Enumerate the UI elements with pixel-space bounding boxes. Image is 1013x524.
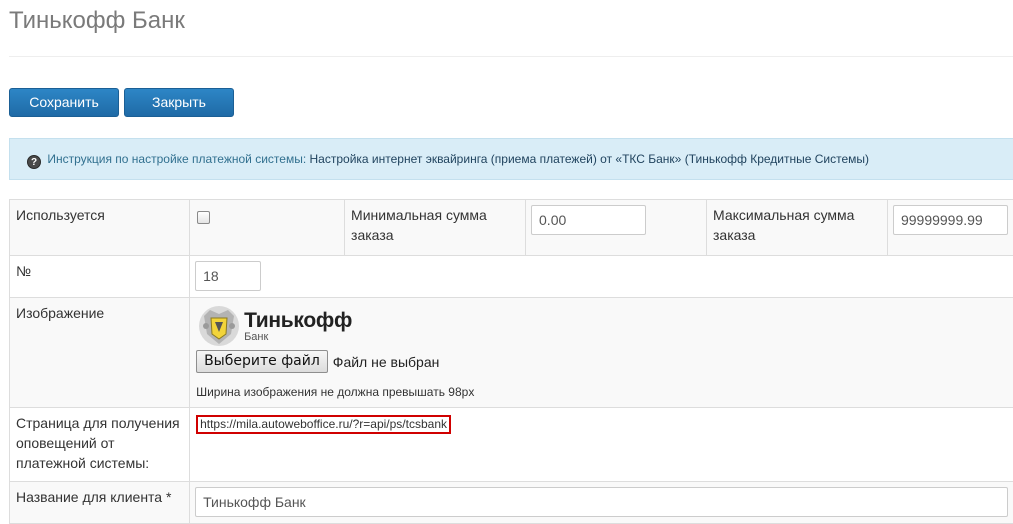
number-input[interactable]	[195, 261, 261, 291]
min-sum-label: Минимальная сумма заказа	[345, 200, 526, 256]
choose-file-button[interactable]: Выберите файл	[196, 350, 328, 373]
help-icon: ?	[27, 155, 41, 169]
file-picker: Выберите файл Файл не выбран	[196, 350, 1013, 373]
used-label: Используется	[10, 200, 190, 256]
file-status: Файл не выбран	[333, 352, 440, 372]
title-divider	[9, 56, 1013, 57]
client-name-label: Название для клиента *	[10, 482, 190, 524]
instruction-alert: ? Инструкция по настройке платежной сист…	[9, 138, 1013, 180]
max-sum-input[interactable]	[893, 205, 1008, 235]
page-title: Тинькофф Банк	[9, 6, 185, 36]
used-cell	[190, 200, 345, 256]
table-row: Используется Минимальная сумма заказа Ма…	[10, 200, 1013, 256]
min-sum-cell	[526, 200, 707, 256]
number-label: №	[10, 256, 190, 298]
image-label: Изображение	[10, 298, 190, 408]
bank-logo: Тинькофф Банк	[196, 304, 1013, 348]
close-button[interactable]: Закрыть	[124, 88, 234, 117]
table-row: Страница для получения оповещений от пла…	[10, 408, 1013, 482]
client-name-input[interactable]	[195, 487, 1008, 517]
notify-cell: https://mila.autoweboffice.ru/?r=api/ps/…	[190, 408, 1013, 482]
alert-prefix: Инструкция по настройке платежной систем…	[47, 152, 306, 166]
settings-table: Используется Минимальная сумма заказа Ма…	[9, 199, 1013, 524]
used-checkbox[interactable]	[197, 211, 210, 224]
image-cell: Тинькофф Банк Выберите файл Файл не выбр…	[190, 298, 1013, 408]
instruction-link[interactable]: Настройка интернет эквайринга (приема пл…	[310, 152, 870, 166]
logo-brand-text: Тинькофф	[244, 310, 352, 331]
table-row: Название для клиента *	[10, 482, 1013, 524]
client-name-cell	[190, 482, 1013, 524]
image-width-hint: Ширина изображения не должна превышать 9…	[196, 382, 1013, 402]
table-row: Изображение Тинькофф Банк Выберите файл	[10, 298, 1013, 408]
min-sum-input[interactable]	[531, 205, 646, 235]
logo-sub-text: Банк	[244, 332, 352, 343]
bank-emblem-icon	[196, 304, 242, 348]
table-row: №	[10, 256, 1013, 298]
max-sum-label: Максимальная сумма заказа	[707, 200, 888, 256]
number-cell	[190, 256, 1013, 298]
notify-label: Страница для получения оповещений от пла…	[10, 408, 190, 482]
save-button[interactable]: Сохранить	[9, 88, 119, 117]
notify-url: https://mila.autoweboffice.ru/?r=api/ps/…	[196, 415, 451, 434]
max-sum-cell	[887, 200, 1013, 256]
